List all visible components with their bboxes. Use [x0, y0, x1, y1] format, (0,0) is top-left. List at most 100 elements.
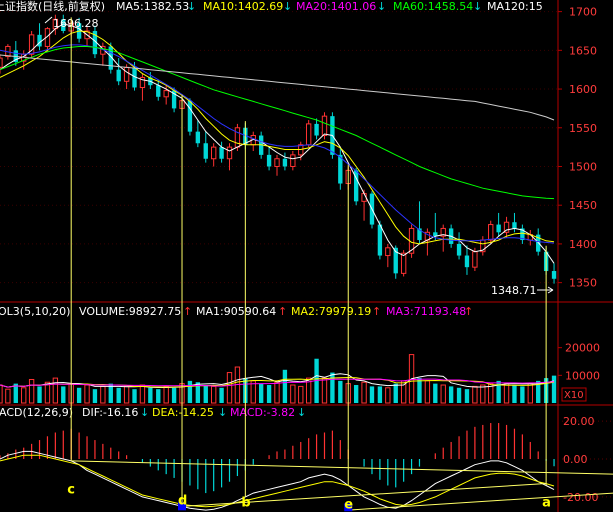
price-tick-label: 1400: [569, 238, 597, 251]
price-tick-label: 1550: [569, 122, 597, 135]
macd-dea: DEA:-14.25: [152, 406, 214, 419]
price-tick-label: 1700: [569, 6, 597, 19]
legend-ma5: MA5:1382.53: [116, 0, 189, 13]
volume-bar: [527, 383, 533, 404]
macd-title: ACD(12,26,9): [0, 406, 73, 419]
candle-body: [464, 255, 470, 268]
candle-body: [195, 131, 201, 144]
volume-bar: [456, 387, 462, 403]
volume-ma3-arrow: ↑: [464, 305, 473, 318]
legend-ma120: MA120:15: [487, 0, 543, 13]
candle-body: [116, 69, 121, 82]
price-tick-label: 1350: [569, 277, 597, 290]
volume-bar: [61, 386, 66, 403]
candle-body: [472, 251, 478, 268]
candle-body: [551, 271, 557, 279]
volume-bar: [520, 386, 525, 403]
price-header: 上证指数(日线,前复权) MA5:1382.53 ↓ MA10:1402.69 …: [0, 0, 543, 13]
volume-bar: [330, 372, 335, 403]
candle-body: [282, 158, 288, 167]
volume-unit-label: X10: [564, 390, 584, 401]
macd-value: MACD:-3.82: [230, 406, 295, 419]
volume-unit-box: X10: [561, 387, 587, 402]
volume-bar: [258, 383, 264, 403]
volume-bar: [274, 381, 280, 404]
candle-body: [219, 147, 224, 159]
volume-tick-label: 20000: [565, 342, 600, 355]
volume-bar: [385, 387, 391, 404]
point-label-b: b: [241, 496, 250, 511]
volume-bar: [116, 387, 121, 403]
volume-bar: [132, 389, 137, 403]
candle-body: [496, 224, 501, 233]
volume-bar: [100, 385, 106, 404]
macd-value-arrow: ↓: [297, 406, 306, 419]
volume-ma1-arrow: ↑: [278, 305, 287, 318]
candle-body: [512, 222, 517, 229]
kline-chart: 1350 1400 1450 1500 1550 1600 1650 1700 上证指数(日线…: [0, 0, 613, 512]
volume-ma1: MA1:90590.64: [196, 305, 276, 318]
point-label-c: c: [67, 482, 75, 497]
volume-bar: [298, 385, 304, 404]
candle-body: [305, 123, 312, 146]
legend-ma20-arrow: ↓: [377, 0, 386, 13]
volume-bar: [440, 384, 446, 404]
volume-bar: [187, 380, 193, 403]
volume-bar: [282, 369, 288, 403]
price-tick-label: 1600: [569, 83, 597, 96]
volume-bar: [464, 389, 470, 403]
legend-ma5-arrow: ↓: [187, 0, 196, 13]
volume-bar: [480, 384, 486, 404]
candle-body: [163, 90, 169, 98]
legend-ma10: MA10:1402.69: [203, 0, 283, 13]
candle-body: [187, 100, 193, 132]
volume-bar: [377, 386, 383, 403]
price-tick-label: 1450: [569, 199, 597, 212]
candle-body: [226, 146, 233, 160]
volume-bar: [123, 385, 130, 404]
volume-bar: [353, 385, 359, 403]
volume-bar: [496, 380, 501, 403]
volume-ma3: MA3:71193.48: [386, 305, 466, 318]
candle-body: [234, 127, 241, 148]
volume-bar: [361, 381, 367, 404]
price-tick-label: 1500: [569, 160, 597, 173]
legend-ma10-arrow: ↓: [283, 0, 292, 13]
volume-bar: [266, 385, 272, 403]
macd-dif: DIF:-16.16: [82, 406, 138, 419]
volume-arrow: ↑: [183, 305, 192, 318]
candle-body: [203, 143, 208, 159]
volume-tick-label: 10000: [565, 369, 600, 382]
volume-bar: [139, 384, 146, 404]
volume-bar: [163, 385, 169, 404]
candle-body: [0, 57, 3, 68]
candle-body: [210, 146, 217, 160]
volume-bar: [472, 385, 478, 404]
macd-tick-label: 0.00: [563, 453, 588, 466]
volume-bar: [210, 385, 217, 404]
macd-tick-label: -20.00: [563, 491, 598, 504]
point-label-a: a: [542, 496, 551, 511]
candle-body: [488, 224, 494, 241]
volume-bar: [321, 377, 328, 404]
volume-bar: [448, 386, 454, 403]
volume-bar: [512, 385, 517, 403]
high-value-label: 1696.28: [53, 17, 99, 30]
legend-ma60: MA60:1458.54: [393, 0, 473, 13]
volume-value: VOLUME:98927.75: [79, 305, 181, 318]
volume-bar: [433, 383, 438, 403]
volume-bar: [37, 386, 42, 403]
candle-body: [156, 85, 161, 97]
price-tick-label: 1650: [569, 44, 597, 57]
volume-bar: [369, 386, 375, 403]
candle-body: [314, 123, 319, 136]
candle-body: [123, 66, 130, 82]
volume-bar: [417, 378, 422, 403]
volume-bar: [148, 387, 153, 403]
candle-body: [456, 243, 462, 256]
point-label-d: d: [178, 494, 187, 509]
point-label-e: e: [344, 497, 353, 512]
candle-body: [385, 247, 391, 257]
macd-dea-arrow: ↓: [218, 406, 227, 419]
low-value-label: 1348.71: [491, 284, 537, 297]
